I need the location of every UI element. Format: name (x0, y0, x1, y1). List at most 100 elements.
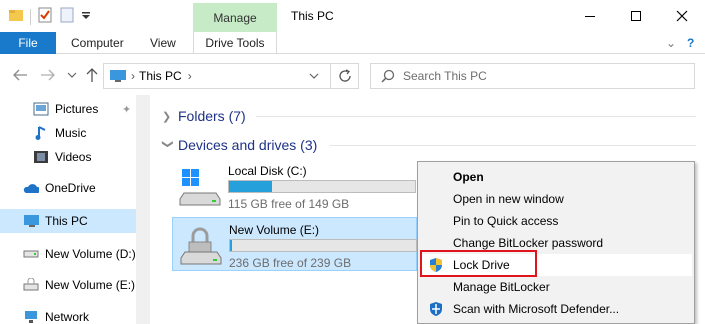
menu-item-open[interactable]: Open (420, 166, 692, 188)
drive-name: New Volume (E:) (229, 223, 320, 237)
windows-drive-icon (179, 169, 221, 206)
sidebar-item-label: New Volume (E:) (45, 278, 136, 292)
sidebar-item-label: Pictures (55, 102, 99, 116)
sidebar-item-this-pc[interactable]: This PC (0, 209, 136, 233)
up-arrow-icon (86, 68, 98, 82)
maximize-icon (631, 11, 641, 21)
context-menu: Open Open in new window Pin to Quick acc… (417, 161, 695, 324)
drive-usage-fill (230, 240, 232, 251)
menu-item-open-new-window[interactable]: Open in new window (420, 188, 692, 210)
breadcrumb-this-pc[interactable]: This PC (139, 69, 182, 83)
refresh-button[interactable] (330, 63, 359, 89)
menu-item-label: Pin to Quick access (453, 214, 559, 228)
drive-name: Local Disk (C:) (228, 164, 307, 178)
properties-icon[interactable] (37, 7, 53, 26)
pictures-icon (33, 101, 49, 117)
chevron-down-icon (309, 73, 319, 79)
sidebar-item-label: New Volume (D:) (45, 247, 136, 261)
menu-item-label: Open in new window (453, 192, 564, 206)
search-icon (381, 69, 395, 83)
close-icon (676, 10, 688, 22)
back-button[interactable] (10, 65, 30, 85)
refresh-icon (339, 69, 351, 82)
navigation-bar: › This PC › Search This PC (0, 55, 705, 95)
locked-drive-icon (180, 227, 222, 265)
chevron-down-icon: ❯ (161, 139, 174, 149)
chevron-down-icon (67, 72, 77, 78)
music-icon (33, 125, 49, 141)
sidebar-item-label: Videos (55, 150, 92, 164)
quick-access-toolbar (8, 7, 91, 26)
forward-button[interactable] (38, 65, 58, 85)
menu-item-label: Change BitLocker password (453, 236, 604, 250)
minimize-icon (585, 16, 595, 17)
group-divider (256, 116, 696, 117)
tab-drive-tools[interactable]: Drive Tools (193, 32, 277, 54)
recent-locations-button[interactable] (62, 65, 82, 85)
drive-tile-e[interactable]: New Volume (E:) 236 GB free of 239 GB (172, 217, 417, 271)
maximize-button[interactable] (613, 0, 659, 32)
group-header-folders[interactable]: ❯ Folders (7) (162, 106, 246, 126)
breadcrumb-separator-icon: › (131, 69, 135, 83)
up-button[interactable] (82, 65, 102, 85)
group-divider (330, 145, 696, 146)
group-header-devices[interactable]: ❯ Devices and drives (3) (161, 135, 318, 155)
tab-computer[interactable]: Computer (71, 32, 124, 54)
help-icon[interactable]: ? (687, 32, 694, 54)
this-pc-icon (109, 69, 127, 83)
drive-free-space: 236 GB free of 239 GB (229, 256, 352, 270)
group-header-label: Folders (7) (178, 108, 246, 124)
lock-drive-highlight (420, 250, 537, 277)
network-icon (23, 309, 39, 324)
drive-tile-c[interactable]: Local Disk (C:) 115 GB free of 149 GB (172, 159, 417, 213)
new-folder-icon[interactable] (59, 7, 75, 26)
drive-usage-fill (229, 181, 272, 192)
menu-item-label: Scan with Microsoft Defender... (453, 302, 620, 316)
drive-usage-bar (228, 180, 416, 193)
tab-view[interactable]: View (150, 32, 176, 54)
navigation-pane: Pictures ✦ Music Videos OneDrive This PC… (0, 95, 150, 324)
sidebar-item-network[interactable]: Network (0, 305, 136, 324)
manage-context-tab[interactable]: Manage (193, 3, 277, 32)
sidebar-item-label: OneDrive (45, 181, 96, 195)
search-box[interactable]: Search This PC (370, 63, 695, 89)
drive-icon (23, 246, 39, 262)
sidebar-item-pictures[interactable]: Pictures ✦ (0, 97, 136, 121)
menu-item-label: Manage BitLocker (453, 280, 550, 294)
sidebar-item-videos[interactable]: Videos (0, 145, 136, 169)
this-pc-icon (23, 213, 39, 229)
back-arrow-icon (13, 69, 27, 81)
sidebar-item-music[interactable]: Music (0, 121, 136, 145)
title-bar: Manage This PC (0, 0, 705, 32)
drive-usage-bar (229, 239, 417, 252)
sidebar-scrollbar[interactable] (136, 95, 150, 324)
ribbon-tabs: File Computer View Drive Tools ⌄ ? (0, 32, 705, 54)
onedrive-icon (23, 180, 39, 196)
drive-icon (23, 277, 39, 293)
customize-qat-icon[interactable] (81, 7, 91, 26)
drive-free-space: 115 GB free of 149 GB (228, 197, 350, 211)
pin-icon[interactable]: ✦ (122, 103, 131, 116)
menu-item-label: Open (453, 170, 484, 184)
videos-icon (33, 149, 49, 165)
address-history-button[interactable] (300, 63, 328, 89)
window-title: This PC (291, 9, 334, 23)
sidebar-item-new-volume-e[interactable]: New Volume (E:) (0, 273, 136, 297)
chevron-right-icon: ❯ (162, 110, 172, 123)
menu-item-scan-defender[interactable]: Scan with Microsoft Defender... (420, 298, 692, 320)
sidebar-item-label: Network (45, 310, 90, 324)
minimize-button[interactable] (567, 0, 613, 32)
tab-file[interactable]: File (0, 32, 56, 54)
search-input[interactable]: Search This PC (403, 69, 487, 83)
defender-icon (430, 302, 442, 316)
expand-ribbon-icon[interactable]: ⌄ (666, 32, 676, 54)
sidebar-item-new-volume-d[interactable]: New Volume (D:) (0, 242, 136, 266)
breadcrumb-separator-icon[interactable]: › (188, 69, 192, 83)
close-button[interactable] (659, 0, 705, 32)
qat-divider (30, 8, 31, 25)
sidebar-item-onedrive[interactable]: OneDrive (0, 176, 136, 200)
menu-item-pin-quick-access[interactable]: Pin to Quick access (420, 210, 692, 232)
menu-item-manage-bitlocker[interactable]: Manage BitLocker (420, 276, 692, 298)
folder-icon[interactable] (8, 7, 24, 26)
sidebar-item-label: Music (55, 126, 87, 140)
